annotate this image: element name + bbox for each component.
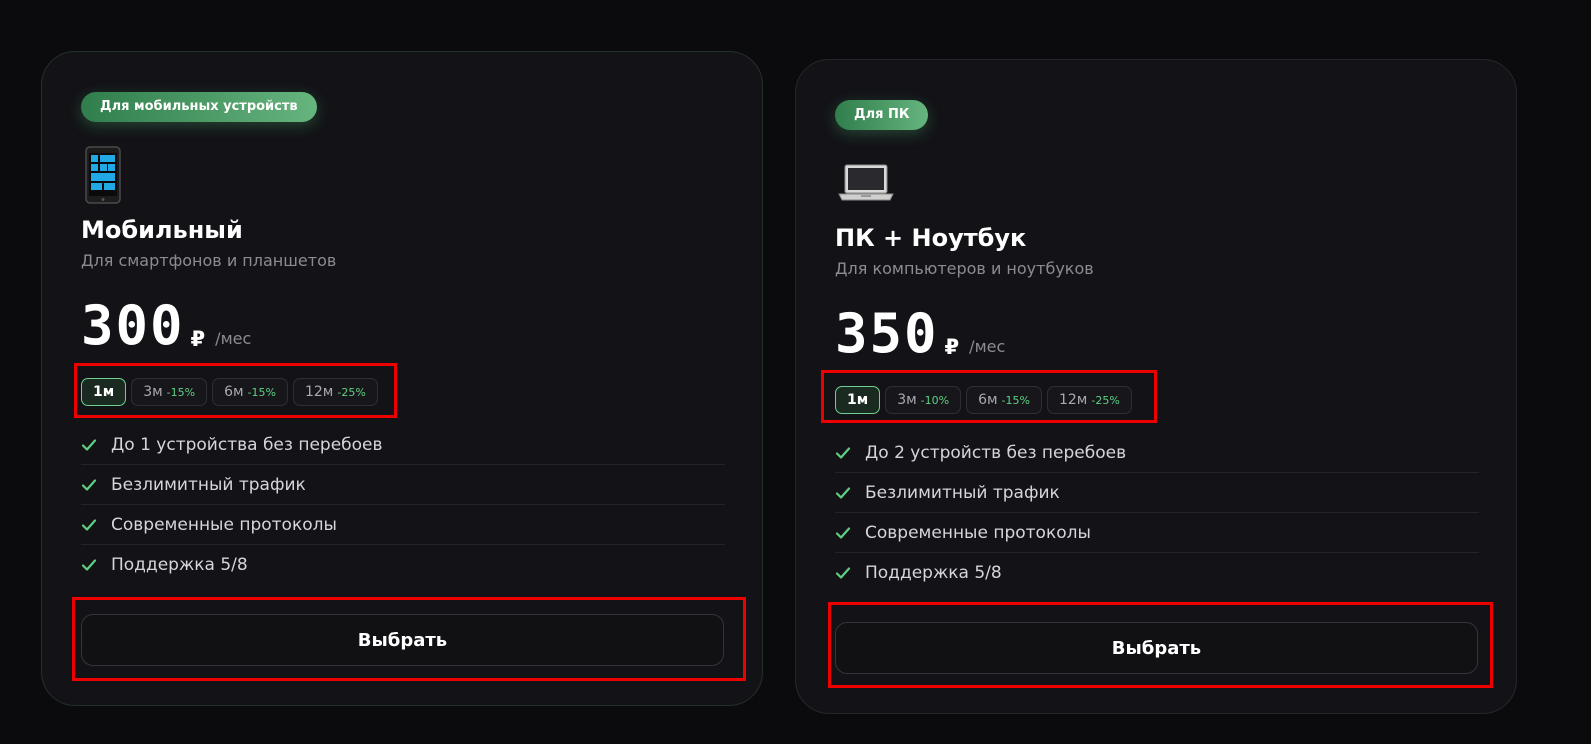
feature-text: До 1 устройства без перебоев (111, 434, 383, 455)
check-icon (835, 526, 851, 539)
feature-text: До 2 устройств без перебоев (865, 442, 1127, 463)
feature-item: Поддержка 5/8 (81, 545, 725, 585)
feature-text: Поддержка 5/8 (865, 563, 1002, 583)
feature-list: До 1 устройства без перебоев Безлимитный… (81, 425, 725, 585)
feature-item: До 1 устройства без перебоев (81, 425, 725, 465)
feature-item: Современные протоколы (81, 505, 725, 545)
plan-subtitle: Для смартфонов и планшетов (81, 251, 337, 270)
select-button-highlight (828, 602, 1493, 688)
check-icon (81, 559, 97, 571)
feature-item: Поддержка 5/8 (835, 553, 1479, 593)
plan-badge: Для ПК (835, 100, 929, 130)
feature-text: Безлимитный трафик (111, 474, 306, 495)
feature-item: Современные протоколы (835, 513, 1479, 553)
price-period: /мес (215, 329, 252, 348)
price-currency: ₽ (190, 327, 206, 351)
check-icon (835, 486, 851, 499)
plan-price: 300 ₽/мес (81, 298, 251, 354)
plan-badge: Для мобильных устройств (81, 92, 317, 122)
feature-text: Современные протоколы (865, 522, 1091, 543)
price-amount: 350 (835, 302, 939, 365)
mobile-phone-icon (85, 146, 121, 204)
period-selector-highlight (74, 363, 397, 418)
feature-text: Поддержка 5/8 (111, 555, 248, 575)
price-amount: 300 (81, 294, 185, 357)
check-icon (835, 446, 851, 459)
select-button-highlight (72, 597, 746, 681)
laptop-icon (838, 164, 894, 201)
feature-list: До 2 устройств без перебоев Безлимитный … (835, 433, 1479, 593)
plan-title: ПК + Ноутбук (835, 224, 1027, 252)
plan-subtitle: Для компьютеров и ноутбуков (835, 259, 1094, 278)
feature-item: Безлимитный трафик (81, 465, 725, 505)
plan-title: Мобильный (81, 216, 243, 244)
check-icon (81, 518, 97, 531)
feature-text: Современные протоколы (111, 514, 337, 535)
check-icon (81, 478, 97, 491)
period-selector-highlight (821, 370, 1157, 423)
plan-price: 350 ₽/мес (835, 306, 1005, 362)
feature-text: Безлимитный трафик (865, 482, 1060, 503)
price-currency: ₽ (944, 335, 960, 359)
check-icon (835, 567, 851, 579)
feature-item: Безлимитный трафик (835, 473, 1479, 513)
feature-item: До 2 устройств без перебоев (835, 433, 1479, 473)
check-icon (81, 438, 97, 451)
price-period: /мес (969, 337, 1006, 356)
